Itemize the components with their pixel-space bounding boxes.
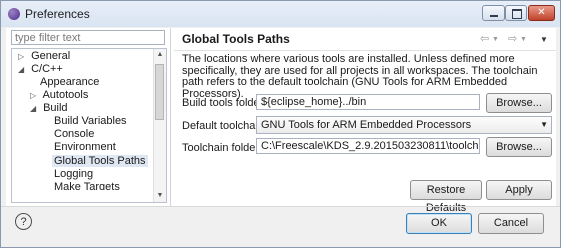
tree-item-label: Make Targets: [54, 181, 120, 190]
close-icon: ✕: [537, 7, 546, 18]
toolchain-folder-browse-button[interactable]: Browse...: [486, 137, 552, 157]
window-title: Preferences: [25, 7, 90, 21]
tree-item-logging[interactable]: Logging: [54, 168, 93, 181]
title-bar: Preferences ✕: [1, 1, 560, 27]
help-icon[interactable]: ?: [15, 213, 32, 230]
tree-item-appearance[interactable]: Appearance: [40, 76, 99, 89]
close-button[interactable]: ✕: [528, 5, 555, 21]
ok-button[interactable]: OK: [406, 213, 472, 234]
build-tools-field[interactable]: ${eclipse_home}../bin: [256, 94, 480, 110]
minimize-button[interactable]: [482, 5, 505, 21]
tree-scrollbar[interactable]: ▲ ▼: [153, 49, 166, 202]
dialog-content: ▷ General ◢ C/C++ Appearance ▷ Autotools…: [6, 28, 556, 214]
tree-item-label: Autotools: [42, 89, 89, 101]
tree-item-build[interactable]: ◢ Build: [30, 102, 68, 115]
preferences-tree[interactable]: ▷ General ◢ C/C++ Appearance ▷ Autotools…: [11, 48, 167, 203]
minimize-icon: [490, 15, 498, 17]
dropdown-arrow-icon[interactable]: ▼: [540, 120, 548, 129]
tree-item-label: Console: [54, 128, 95, 140]
page-header: Global Tools Paths ⇦ ▼ ⇨ ▼ ▼: [174, 28, 556, 51]
tree-item-autotools[interactable]: ▷ Autotools: [30, 89, 88, 102]
tree-item-build-variables[interactable]: Build Variables: [54, 115, 127, 128]
eclipse-app-icon: [8, 8, 20, 20]
tree-item-console[interactable]: Console: [54, 128, 94, 141]
expand-arrow-icon[interactable]: ▷: [30, 89, 40, 102]
tree-item-general[interactable]: ▷ General: [18, 50, 70, 63]
preference-page: Global Tools Paths ⇦ ▼ ⇨ ▼ ▼ The locatio…: [174, 28, 556, 214]
tree-item-label: Build: [43, 102, 68, 114]
tree-item-label: Global Tools Paths: [52, 155, 148, 167]
build-tools-browse-button[interactable]: Browse...: [486, 93, 552, 113]
preferences-window: Preferences ✕ ▷ General ◢ C/C++ Appearan…: [0, 0, 561, 248]
footer-separator: [1, 206, 560, 207]
tree-item-global-tools-paths[interactable]: Global Tools Paths: [52, 155, 148, 168]
collapse-arrow-icon[interactable]: ◢: [30, 102, 40, 115]
tree-item-label: Build Variables: [54, 115, 127, 127]
scroll-up-icon[interactable]: ▲: [154, 49, 166, 61]
collapse-arrow-icon[interactable]: ◢: [18, 63, 28, 76]
filter-field[interactable]: [11, 30, 165, 45]
pane-divider[interactable]: [170, 28, 171, 206]
scroll-down-icon[interactable]: ▼: [154, 190, 166, 202]
back-menu-icon[interactable]: ▼: [492, 36, 499, 43]
forward-icon[interactable]: ⇨: [508, 32, 517, 45]
expand-arrow-icon[interactable]: ▷: [18, 50, 28, 63]
maximize-icon: [512, 9, 522, 19]
default-toolchain-select[interactable]: GNU Tools for ARM Embedded Processors ▼: [256, 116, 552, 134]
tree-item-label: General: [31, 50, 71, 62]
maximize-button[interactable]: [505, 5, 527, 21]
tree-item-make-targets[interactable]: Make Targets: [54, 181, 120, 190]
tree-item-label: Environment: [54, 141, 116, 153]
tree-item-cpp[interactable]: ◢ C/C++: [18, 63, 63, 76]
forward-menu-icon[interactable]: ▼: [520, 36, 527, 43]
build-tools-label: Build tools folder:: [182, 97, 267, 109]
tree-item-label: Appearance: [40, 76, 100, 88]
restore-defaults-button[interactable]: Restore Defaults: [410, 180, 482, 214]
default-toolchain-label: Default toolchain:: [182, 120, 267, 132]
toolchain-folder-label: Toolchain folder:: [182, 142, 263, 154]
cancel-button[interactable]: Cancel: [478, 213, 544, 234]
view-menu-icon[interactable]: ▼: [540, 35, 548, 44]
apply-button[interactable]: Apply: [486, 180, 552, 200]
toolchain-folder-field[interactable]: C:\Freescale\KDS_2.9.201503230811\toolch…: [256, 138, 480, 154]
default-toolchain-value: GNU Tools for ARM Embedded Processors: [261, 119, 472, 131]
filter-input[interactable]: [12, 31, 163, 44]
tree-item-label: Logging: [54, 168, 94, 180]
back-icon[interactable]: ⇦: [480, 32, 489, 45]
scroll-thumb[interactable]: [155, 64, 164, 120]
tree-item-environment[interactable]: Environment: [54, 141, 116, 154]
page-title: Global Tools Paths: [182, 32, 290, 46]
tree-item-label: C/C++: [31, 63, 63, 75]
